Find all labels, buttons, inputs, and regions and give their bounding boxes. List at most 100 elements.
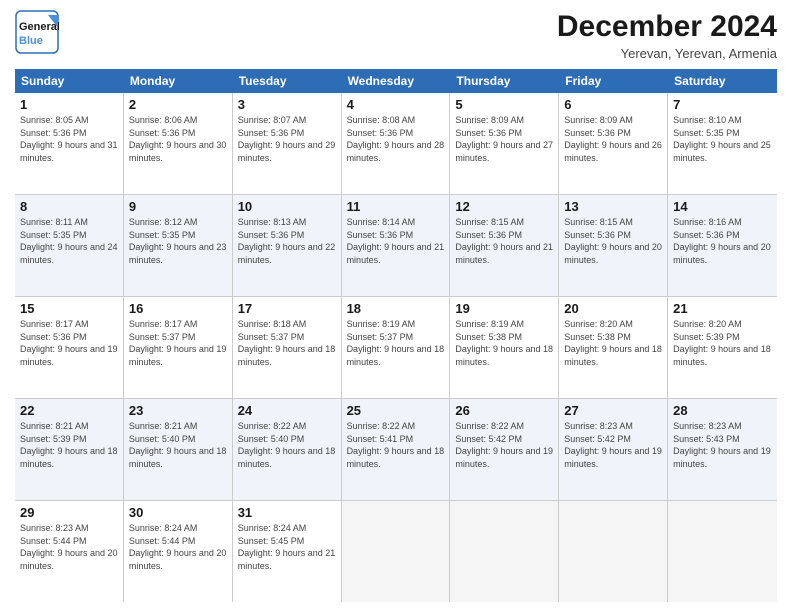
day-number: 11 xyxy=(347,199,445,214)
location: Yerevan, Yerevan, Armenia xyxy=(557,46,777,61)
day-number: 5 xyxy=(455,97,553,112)
day-number: 22 xyxy=(20,403,118,418)
day-17: 17 Sunrise: 8:18 AMSunset: 5:37 PMDaylig… xyxy=(233,297,342,398)
day-number: 2 xyxy=(129,97,227,112)
day-number: 17 xyxy=(238,301,336,316)
day-info: Sunrise: 8:07 AMSunset: 5:36 PMDaylight:… xyxy=(238,115,336,163)
empty-cell-r4-c4 xyxy=(450,501,559,602)
svg-text:General: General xyxy=(19,21,59,33)
day-24: 24 Sunrise: 8:22 AMSunset: 5:40 PMDaylig… xyxy=(233,399,342,500)
day-number: 3 xyxy=(238,97,336,112)
day-20: 20 Sunrise: 8:20 AMSunset: 5:38 PMDaylig… xyxy=(559,297,668,398)
day-info: Sunrise: 8:15 AMSunset: 5:36 PMDaylight:… xyxy=(455,217,553,265)
day-info: Sunrise: 8:22 AMSunset: 5:40 PMDaylight:… xyxy=(238,421,336,469)
day-30: 30 Sunrise: 8:24 AMSunset: 5:44 PMDaylig… xyxy=(124,501,233,602)
calendar-row-4: 22 Sunrise: 8:21 AMSunset: 5:39 PMDaylig… xyxy=(15,399,777,501)
day-info: Sunrise: 8:21 AMSunset: 5:40 PMDaylight:… xyxy=(129,421,227,469)
day-info: Sunrise: 8:12 AMSunset: 5:35 PMDaylight:… xyxy=(129,217,227,265)
day-26: 26 Sunrise: 8:22 AMSunset: 5:42 PMDaylig… xyxy=(450,399,559,500)
day-info: Sunrise: 8:17 AMSunset: 5:36 PMDaylight:… xyxy=(20,319,118,367)
day-info: Sunrise: 8:09 AMSunset: 5:36 PMDaylight:… xyxy=(455,115,553,163)
day-info: Sunrise: 8:22 AMSunset: 5:42 PMDaylight:… xyxy=(455,421,553,469)
day-info: Sunrise: 8:21 AMSunset: 5:39 PMDaylight:… xyxy=(20,421,118,469)
calendar-row-1: 1 Sunrise: 8:05 AMSunset: 5:36 PMDayligh… xyxy=(15,93,777,195)
svg-text:Blue: Blue xyxy=(19,35,43,47)
calendar: SundayMondayTuesdayWednesdayThursdayFrid… xyxy=(15,69,777,602)
day-number: 12 xyxy=(455,199,553,214)
day-info: Sunrise: 8:11 AMSunset: 5:35 PMDaylight:… xyxy=(20,217,118,265)
day-25: 25 Sunrise: 8:22 AMSunset: 5:41 PMDaylig… xyxy=(342,399,451,500)
day-12: 12 Sunrise: 8:15 AMSunset: 5:36 PMDaylig… xyxy=(450,195,559,296)
header: General Blue December 2024 Yerevan, Yere… xyxy=(15,10,777,61)
day-info: Sunrise: 8:19 AMSunset: 5:38 PMDaylight:… xyxy=(455,319,553,367)
day-7: 7 Sunrise: 8:10 AMSunset: 5:35 PMDayligh… xyxy=(668,93,777,194)
day-info: Sunrise: 8:09 AMSunset: 5:36 PMDaylight:… xyxy=(564,115,662,163)
header-day-friday: Friday xyxy=(559,69,668,93)
day-8: 8 Sunrise: 8:11 AMSunset: 5:35 PMDayligh… xyxy=(15,195,124,296)
day-info: Sunrise: 8:23 AMSunset: 5:44 PMDaylight:… xyxy=(20,523,118,571)
day-number: 20 xyxy=(564,301,662,316)
calendar-row-2: 8 Sunrise: 8:11 AMSunset: 5:35 PMDayligh… xyxy=(15,195,777,297)
day-info: Sunrise: 8:23 AMSunset: 5:43 PMDaylight:… xyxy=(673,421,771,469)
day-14: 14 Sunrise: 8:16 AMSunset: 5:36 PMDaylig… xyxy=(668,195,777,296)
day-number: 9 xyxy=(129,199,227,214)
day-info: Sunrise: 8:13 AMSunset: 5:36 PMDaylight:… xyxy=(238,217,336,265)
empty-cell-r4-c3 xyxy=(342,501,451,602)
day-1: 1 Sunrise: 8:05 AMSunset: 5:36 PMDayligh… xyxy=(15,93,124,194)
day-number: 16 xyxy=(129,301,227,316)
day-number: 21 xyxy=(673,301,772,316)
calendar-row-3: 15 Sunrise: 8:17 AMSunset: 5:36 PMDaylig… xyxy=(15,297,777,399)
header-day-sunday: Sunday xyxy=(15,69,124,93)
day-28: 28 Sunrise: 8:23 AMSunset: 5:43 PMDaylig… xyxy=(668,399,777,500)
day-number: 31 xyxy=(238,505,336,520)
day-15: 15 Sunrise: 8:17 AMSunset: 5:36 PMDaylig… xyxy=(15,297,124,398)
header-day-monday: Monday xyxy=(124,69,233,93)
day-22: 22 Sunrise: 8:21 AMSunset: 5:39 PMDaylig… xyxy=(15,399,124,500)
day-number: 6 xyxy=(564,97,662,112)
day-number: 28 xyxy=(673,403,772,418)
day-21: 21 Sunrise: 8:20 AMSunset: 5:39 PMDaylig… xyxy=(668,297,777,398)
day-2: 2 Sunrise: 8:06 AMSunset: 5:36 PMDayligh… xyxy=(124,93,233,194)
header-day-wednesday: Wednesday xyxy=(342,69,451,93)
day-info: Sunrise: 8:22 AMSunset: 5:41 PMDaylight:… xyxy=(347,421,445,469)
day-info: Sunrise: 8:05 AMSunset: 5:36 PMDaylight:… xyxy=(20,115,118,163)
calendar-body: 1 Sunrise: 8:05 AMSunset: 5:36 PMDayligh… xyxy=(15,93,777,602)
empty-cell-r4-c6 xyxy=(668,501,777,602)
month-title: December 2024 xyxy=(557,10,777,44)
calendar-row-5: 29 Sunrise: 8:23 AMSunset: 5:44 PMDaylig… xyxy=(15,501,777,602)
day-info: Sunrise: 8:20 AMSunset: 5:38 PMDaylight:… xyxy=(564,319,662,367)
day-number: 25 xyxy=(347,403,445,418)
title-block: December 2024 Yerevan, Yerevan, Armenia xyxy=(557,10,777,61)
day-number: 24 xyxy=(238,403,336,418)
day-16: 16 Sunrise: 8:17 AMSunset: 5:37 PMDaylig… xyxy=(124,297,233,398)
page: General Blue December 2024 Yerevan, Yere… xyxy=(0,0,792,612)
day-number: 13 xyxy=(564,199,662,214)
day-3: 3 Sunrise: 8:07 AMSunset: 5:36 PMDayligh… xyxy=(233,93,342,194)
day-6: 6 Sunrise: 8:09 AMSunset: 5:36 PMDayligh… xyxy=(559,93,668,194)
day-info: Sunrise: 8:23 AMSunset: 5:42 PMDaylight:… xyxy=(564,421,662,469)
day-11: 11 Sunrise: 8:14 AMSunset: 5:36 PMDaylig… xyxy=(342,195,451,296)
day-info: Sunrise: 8:17 AMSunset: 5:37 PMDaylight:… xyxy=(129,319,227,367)
day-info: Sunrise: 8:20 AMSunset: 5:39 PMDaylight:… xyxy=(673,319,771,367)
day-10: 10 Sunrise: 8:13 AMSunset: 5:36 PMDaylig… xyxy=(233,195,342,296)
day-19: 19 Sunrise: 8:19 AMSunset: 5:38 PMDaylig… xyxy=(450,297,559,398)
day-5: 5 Sunrise: 8:09 AMSunset: 5:36 PMDayligh… xyxy=(450,93,559,194)
header-day-tuesday: Tuesday xyxy=(233,69,342,93)
day-number: 8 xyxy=(20,199,118,214)
day-info: Sunrise: 8:18 AMSunset: 5:37 PMDaylight:… xyxy=(238,319,336,367)
day-4: 4 Sunrise: 8:08 AMSunset: 5:36 PMDayligh… xyxy=(342,93,451,194)
day-number: 15 xyxy=(20,301,118,316)
day-info: Sunrise: 8:24 AMSunset: 5:44 PMDaylight:… xyxy=(129,523,227,571)
day-number: 7 xyxy=(673,97,772,112)
day-number: 30 xyxy=(129,505,227,520)
header-day-thursday: Thursday xyxy=(450,69,559,93)
day-number: 10 xyxy=(238,199,336,214)
day-31: 31 Sunrise: 8:24 AMSunset: 5:45 PMDaylig… xyxy=(233,501,342,602)
day-29: 29 Sunrise: 8:23 AMSunset: 5:44 PMDaylig… xyxy=(15,501,124,602)
day-9: 9 Sunrise: 8:12 AMSunset: 5:35 PMDayligh… xyxy=(124,195,233,296)
day-info: Sunrise: 8:06 AMSunset: 5:36 PMDaylight:… xyxy=(129,115,227,163)
day-info: Sunrise: 8:15 AMSunset: 5:36 PMDaylight:… xyxy=(564,217,662,265)
day-number: 19 xyxy=(455,301,553,316)
day-info: Sunrise: 8:14 AMSunset: 5:36 PMDaylight:… xyxy=(347,217,445,265)
day-18: 18 Sunrise: 8:19 AMSunset: 5:37 PMDaylig… xyxy=(342,297,451,398)
